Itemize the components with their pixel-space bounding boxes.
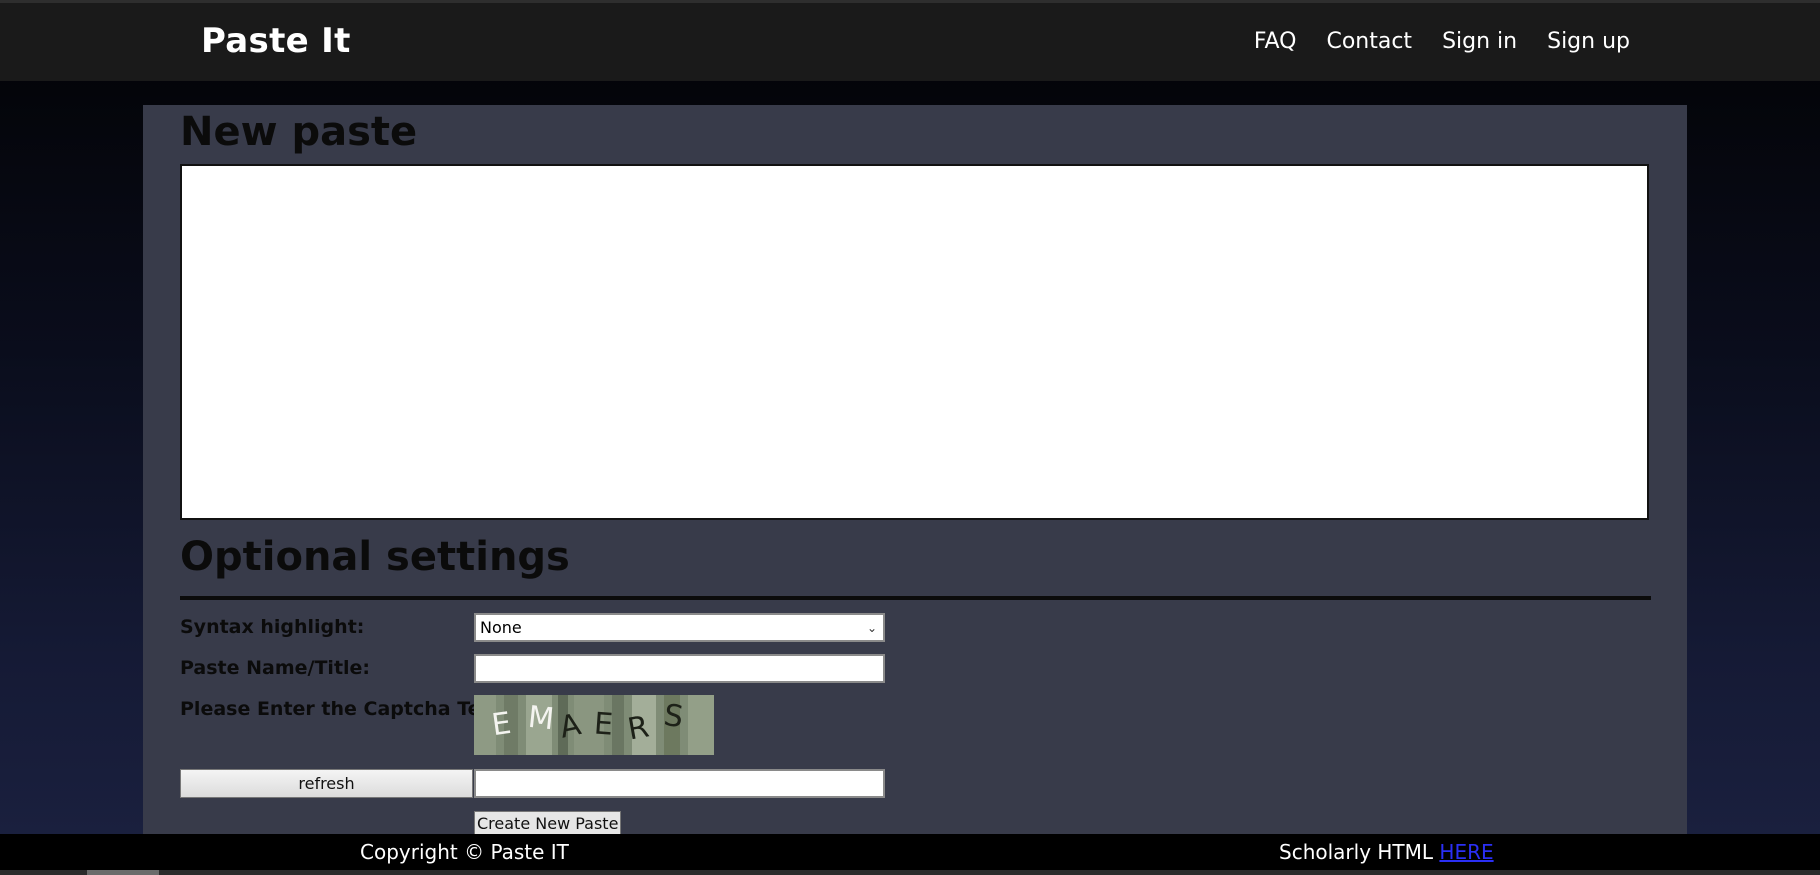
scholarly-html-link[interactable]: HERE bbox=[1439, 840, 1493, 864]
create-new-paste-button[interactable]: Create New Paste bbox=[474, 811, 622, 836]
page-title: New paste bbox=[180, 109, 418, 155]
nav-sign-in-link[interactable]: Sign in bbox=[1442, 29, 1517, 54]
paste-name-input[interactable] bbox=[474, 654, 885, 683]
footer: Copyright © Paste IT Scholarly HTML HERE bbox=[0, 834, 1820, 870]
chevron-down-icon: ⌄ bbox=[866, 620, 877, 635]
captcha-input[interactable] bbox=[474, 769, 885, 798]
syntax-highlight-label: Syntax highlight: bbox=[180, 616, 365, 638]
new-paste-panel: New paste Optional settings Syntax highl… bbox=[143, 105, 1687, 836]
brand-logo[interactable]: Paste It bbox=[201, 21, 351, 61]
nav-contact-link[interactable]: Contact bbox=[1326, 29, 1412, 54]
syntax-highlight-select[interactable]: None ⌄ bbox=[474, 613, 885, 642]
section-divider bbox=[180, 596, 1651, 600]
horizontal-scrollbar[interactable] bbox=[0, 870, 1820, 875]
scholarly-html-text: Scholarly HTML bbox=[1279, 840, 1440, 864]
nav-sign-up-link[interactable]: Sign up bbox=[1547, 29, 1630, 54]
captcha-char: S bbox=[661, 697, 686, 736]
nav-faq-link[interactable]: FAQ bbox=[1254, 29, 1297, 54]
optional-settings-heading: Optional settings bbox=[180, 534, 570, 580]
captcha-char: M bbox=[526, 699, 556, 738]
copyright-text: Copyright © Paste IT bbox=[360, 840, 569, 864]
paste-content-textarea[interactable] bbox=[180, 164, 1649, 520]
captcha-image: E M A E R S bbox=[474, 695, 714, 755]
captcha-refresh-button[interactable]: refresh bbox=[180, 769, 473, 798]
paste-name-label: Paste Name/Title: bbox=[180, 657, 371, 679]
captcha-label: Please Enter the Captcha Text bbox=[180, 698, 502, 720]
syntax-highlight-value: None bbox=[480, 618, 522, 637]
main-nav: FAQ Contact Sign in Sign up bbox=[1254, 29, 1630, 54]
scrollbar-thumb[interactable] bbox=[87, 870, 159, 875]
top-navbar: Paste It FAQ Contact Sign in Sign up bbox=[0, 0, 1820, 81]
captcha-char: E bbox=[592, 706, 615, 743]
scholarly-html-note: Scholarly HTML HERE bbox=[1279, 840, 1494, 864]
